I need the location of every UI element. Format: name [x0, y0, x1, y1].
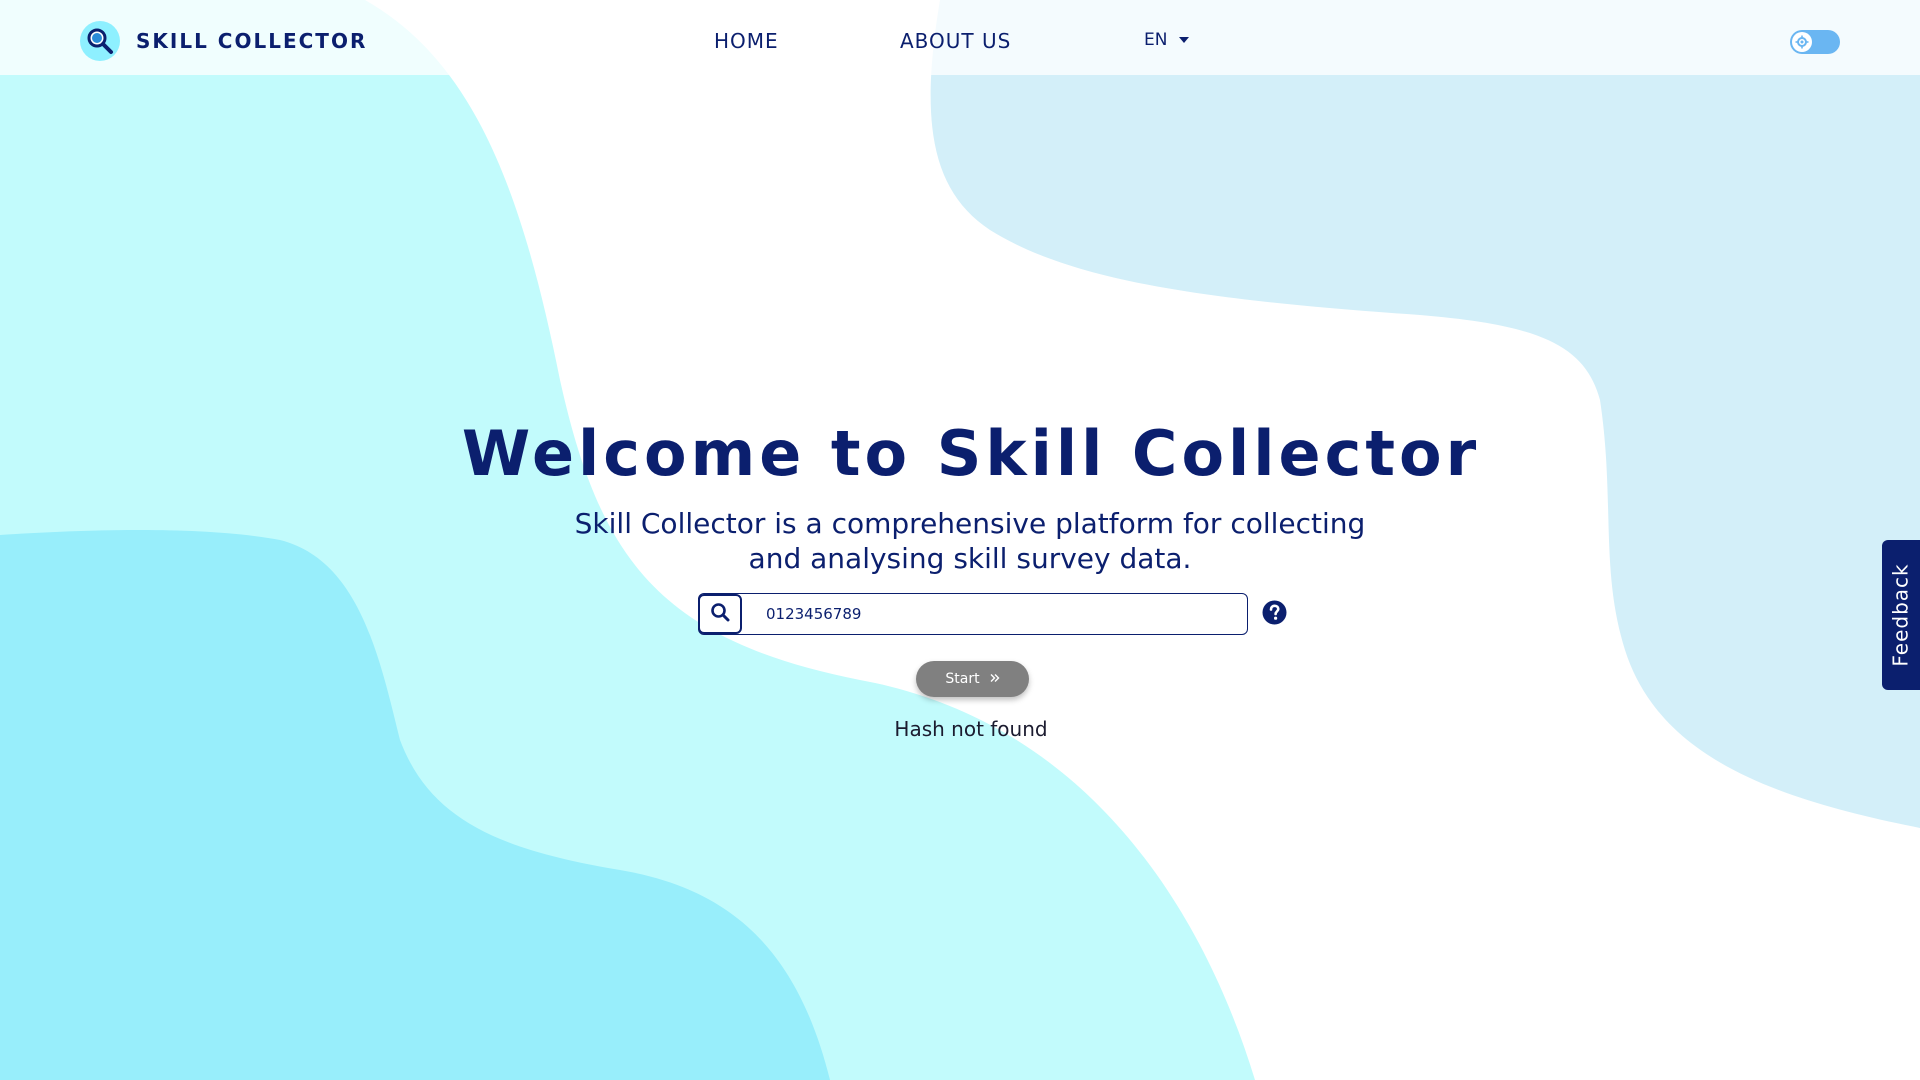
hash-search-field: [698, 593, 1248, 635]
status-message: Hash not found: [894, 717, 1048, 741]
help-icon[interactable]: [1262, 600, 1287, 625]
feedback-label: Feedback: [1889, 563, 1913, 667]
page-subtitle: Skill Collector is a comprehensive platf…: [574, 507, 1366, 575]
feedback-tab[interactable]: Feedback: [1882, 540, 1920, 690]
start-button[interactable]: Start: [916, 661, 1029, 697]
chevron-right-icon: [990, 671, 1000, 687]
brand[interactable]: SKILL COLLECTOR: [80, 21, 367, 61]
top-navigation-bar: SKILL COLLECTOR HOME ABOUT US EN: [0, 0, 1920, 75]
search-button[interactable]: [698, 594, 742, 634]
language-selector[interactable]: EN: [1144, 30, 1190, 50]
page-title: Welcome to Skill Collector: [461, 417, 1481, 490]
caret-down-icon: [1179, 37, 1190, 43]
theme-toggle[interactable]: [1790, 30, 1840, 54]
nav-about-us-link[interactable]: ABOUT US: [900, 29, 1011, 53]
magnifier-logo-icon: [80, 21, 120, 61]
nav-home-link[interactable]: HOME: [714, 29, 779, 53]
language-label: EN: [1144, 30, 1168, 50]
gear-icon: [1792, 32, 1812, 52]
search-icon: [710, 602, 730, 626]
brand-name: SKILL COLLECTOR: [136, 29, 368, 53]
hash-input[interactable]: [766, 596, 1226, 632]
start-button-label: Start: [945, 671, 980, 687]
